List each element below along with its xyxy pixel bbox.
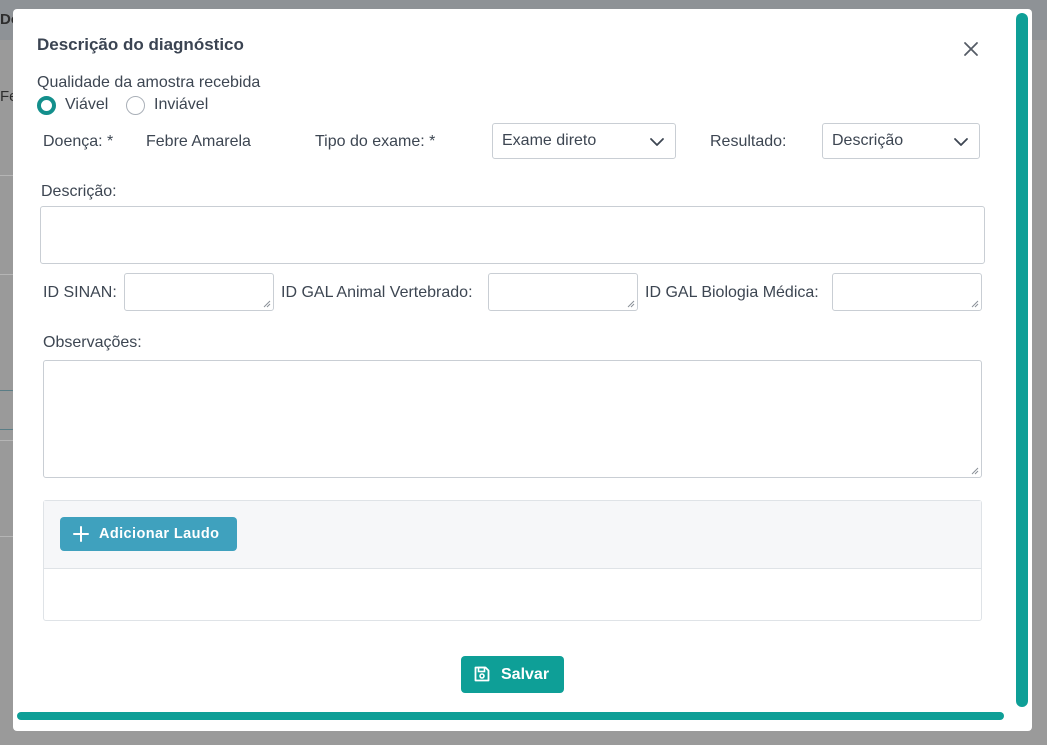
result-select[interactable]: Descrição xyxy=(822,123,980,159)
add-report-label: Adicionar Laudo xyxy=(99,526,220,542)
result-label: Resultado: xyxy=(710,133,787,150)
exam-type-label: Tipo do exame: * xyxy=(315,133,436,150)
id-gal-animal-input[interactable] xyxy=(488,273,638,311)
observations-textarea[interactable] xyxy=(43,360,982,478)
horizontal-scrollbar[interactable] xyxy=(17,712,1004,720)
radio-viable-label[interactable]: Viável xyxy=(65,96,108,114)
result-selected: Descrição xyxy=(832,132,904,149)
id-gal-animal-label: ID GAL Animal Vertebrado: xyxy=(281,284,473,301)
close-icon[interactable] xyxy=(961,39,981,59)
resize-grip-icon[interactable] xyxy=(971,300,979,308)
background-divider xyxy=(0,274,14,275)
id-sinan-input[interactable] xyxy=(124,273,274,311)
id-gal-bio-input[interactable] xyxy=(832,273,982,311)
sample-quality-label: Qualidade da amostra recebida xyxy=(37,74,261,91)
disease-value: Febre Amarela xyxy=(146,133,251,150)
chevron-down-icon xyxy=(650,138,664,146)
background-divider xyxy=(0,536,14,537)
plus-icon xyxy=(73,526,89,542)
chevron-down-icon xyxy=(954,138,968,146)
resize-grip-icon[interactable] xyxy=(263,300,271,308)
background-divider xyxy=(0,440,14,441)
description-input[interactable] xyxy=(40,206,985,264)
observations-label: Observações: xyxy=(43,334,142,351)
id-gal-bio-label: ID GAL Biologia Médica: xyxy=(645,284,819,301)
exam-type-selected: Exame direto xyxy=(502,132,597,149)
resize-grip-icon[interactable] xyxy=(971,467,979,475)
add-report-button[interactable]: Adicionar Laudo xyxy=(60,517,237,551)
resize-grip-icon[interactable] xyxy=(627,300,635,308)
radio-viable[interactable] xyxy=(37,96,56,115)
diagnosis-modal: Descrição do diagnóstico Qualidade da am… xyxy=(13,9,1032,731)
report-panel-header: Adicionar Laudo xyxy=(44,501,981,569)
id-sinan-label: ID SINAN: xyxy=(43,284,117,301)
description-label: Descrição: xyxy=(41,183,117,200)
save-label: Salvar xyxy=(501,666,550,683)
disease-label: Doença: * xyxy=(43,133,114,150)
save-disk-icon xyxy=(474,666,490,682)
vertical-scrollbar[interactable] xyxy=(1016,13,1028,707)
report-panel: Adicionar Laudo xyxy=(43,500,982,621)
background-divider xyxy=(0,175,14,176)
radio-unviable[interactable] xyxy=(126,96,145,115)
modal-title: Descrição do diagnóstico xyxy=(37,35,244,54)
exam-type-select[interactable]: Exame direto xyxy=(492,123,676,159)
radio-unviable-label[interactable]: Inviável xyxy=(154,96,208,114)
save-button[interactable]: Salvar xyxy=(461,656,564,693)
